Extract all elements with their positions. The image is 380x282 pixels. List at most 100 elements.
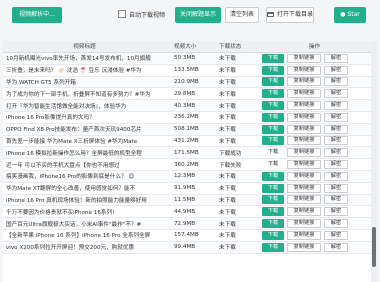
- copy-link-button[interactable]: 复制链接: [287, 124, 321, 134]
- row-status: 未下载: [219, 186, 236, 193]
- copy-link-button[interactable]: 复制链接: [287, 136, 321, 146]
- copy-link-button[interactable]: 复制链接: [287, 230, 321, 240]
- decrypt-button[interactable]: 解密: [324, 136, 348, 146]
- decrypt-button[interactable]: 解密: [324, 124, 348, 134]
- row-size: 91.9MB: [174, 185, 196, 192]
- row-ops: 下载 复制链接 解密: [258, 171, 371, 181]
- download-button: 下载: [267, 161, 279, 168]
- row-ops: 下载 复制链接 解密: [258, 219, 371, 229]
- row-title: 华为Mate XT翻屏的全心改善，使用感觉如何？能不: [6, 186, 136, 193]
- download-button[interactable]: 下载: [262, 136, 284, 146]
- row-status: 未下载: [219, 127, 236, 134]
- download-button[interactable]: 下载: [262, 77, 284, 87]
- download-button[interactable]: 下载: [262, 219, 284, 229]
- auto-download-checkbox[interactable]: [118, 10, 126, 18]
- open-download-dir-button[interactable]: 打开下载目录: [266, 7, 314, 23]
- row-size: 72.9MB: [174, 220, 196, 227]
- table-header: 视频标题 视频大小 下载状态 操作: [3, 41, 371, 53]
- copy-link-button[interactable]: 复制链接: [287, 207, 321, 217]
- close-display-button[interactable]: 关闭解题显示: [175, 7, 221, 23]
- row-title: 【全新苹果 iPhone 16 系列】iPhone 16 Pro 全系列全屏: [6, 233, 151, 240]
- row-size: 157.4MB: [174, 232, 199, 239]
- row-title: OPPO Find X8 Pro技能发布：量产首次天玑9400芯片: [6, 127, 142, 134]
- auto-download-label: 自动下载视频: [129, 11, 166, 19]
- decrypt-button[interactable]: 解密: [324, 77, 348, 87]
- decrypt-button[interactable]: 解密: [324, 65, 348, 75]
- copy-link-button[interactable]: 复制链接: [287, 53, 321, 63]
- row-title: vivo X200系列拉开开屏迎！预交200元，购就优惠: [6, 245, 135, 252]
- row-size: 508.1MB: [174, 126, 199, 133]
- decrypt-button[interactable]: 解密: [324, 230, 348, 240]
- decrypt-button[interactable]: 解密: [324, 112, 348, 122]
- row-size: 99.4MB: [174, 244, 196, 251]
- decrypt-button[interactable]: 解密: [324, 171, 348, 181]
- row-status: 未下载: [219, 138, 236, 145]
- copy-link-button[interactable]: 复制链接: [287, 101, 321, 111]
- copy-link-button[interactable]: 复制链接: [287, 112, 321, 122]
- row-status: 未下载: [219, 68, 236, 75]
- star-button[interactable]: ● Star: [334, 7, 366, 23]
- download-button[interactable]: 下载: [262, 195, 284, 205]
- row-size: 360.2MB: [174, 161, 199, 168]
- decrypt-button[interactable]: 解密: [324, 183, 348, 193]
- row-ops: 下载 复制链接 解密: [258, 242, 371, 252]
- folder-icon: [267, 12, 274, 17]
- header-status: 下载状态: [219, 44, 242, 50]
- table-row: 千万不要因为价格贵就不买iPhone 16系列！ 44.9MB 未下载 下载 复制链接解…: [3, 206, 371, 219]
- star-label: Star: [347, 11, 360, 18]
- row-ops: 下载 复制链接 解密: [258, 53, 371, 63]
- decrypt-button[interactable]: 解密: [324, 219, 348, 229]
- header-ops: 操作: [308, 43, 321, 50]
- row-status: 未下载: [219, 79, 236, 86]
- row-size: 11.5MB: [174, 196, 196, 203]
- auto-download-toggle[interactable]: 自动下载视频: [118, 8, 165, 20]
- download-button[interactable]: 下载: [262, 53, 284, 63]
- decrypt-button[interactable]: 解密: [324, 207, 348, 217]
- table-row: 华为Mate XT翻屏的全心改善，使用感觉如何？能不 91.9MB 未下载 下载 复制链…: [3, 183, 371, 195]
- copy-link-button[interactable]: 复制链接: [287, 77, 321, 87]
- row-title: 华为 WATCH GT5 系列开箱: [6, 79, 76, 86]
- copy-link-button[interactable]: 复制链接: [287, 242, 321, 252]
- download-button[interactable]: 下载: [262, 89, 284, 99]
- download-button[interactable]: 下载: [262, 101, 284, 111]
- row-ops: 下载 复制链接 解密: [258, 65, 371, 75]
- decrypt-button[interactable]: 解密: [324, 53, 348, 63]
- download-button[interactable]: 下载: [262, 124, 284, 134]
- download-button[interactable]: 下载: [262, 112, 284, 122]
- copy-link-button[interactable]: 复制链接: [287, 160, 321, 170]
- table-row: iPhone 16 模拟拉新操作怎么用？全屏最低的机型全程 171.5MB 下载成功…: [3, 147, 371, 160]
- download-button[interactable]: 下载: [262, 230, 284, 240]
- row-size: 431.2MB: [174, 137, 199, 144]
- decrypt-button[interactable]: 解密: [324, 148, 348, 158]
- decrypt-button[interactable]: 解密: [324, 89, 348, 99]
- decrypt-button[interactable]: 解密: [324, 101, 348, 111]
- row-ops: 下载 复制链接 解密: [258, 77, 371, 87]
- decrypt-button[interactable]: 解密: [324, 242, 348, 252]
- clear-list-button[interactable]: 清空列表: [225, 7, 259, 23]
- table-row: iPhone 16 Pro影像提升真的大吗？ 236.2MB 未下载 下载 复制链接 解密: [3, 112, 371, 124]
- table-scrollbar[interactable]: [371, 41, 377, 282]
- download-button[interactable]: 下载: [262, 207, 284, 217]
- row-ops: 下载 复制链接 解密: [258, 148, 371, 158]
- copy-link-button[interactable]: 复制链接: [287, 65, 321, 75]
- table-row: 三折叠，是未来吗？ 👉🏻 沈浩 🍧 豆乐 沉浸体验 #华为 133.5MB 未下载 下…: [3, 65, 371, 77]
- copy-link-button[interactable]: 复制链接: [287, 89, 321, 99]
- row-ops: 下载 复制链接 解密: [258, 124, 371, 134]
- copy-link-button[interactable]: 复制链接: [287, 195, 321, 205]
- row-status: 未下载: [219, 245, 236, 252]
- download-button[interactable]: 下载: [262, 183, 284, 193]
- header-title: 视频标题: [73, 44, 96, 50]
- decrypt-button[interactable]: 解密: [324, 160, 348, 170]
- copy-link-button[interactable]: 复制链接: [287, 171, 321, 181]
- copy-link-button[interactable]: 复制链接: [287, 219, 321, 229]
- header-size: 视频大小: [174, 44, 197, 50]
- row-title: 首先差一步能接 华为Mate X三折屏体验 #华为Mate: [6, 138, 138, 145]
- copy-link-button[interactable]: 复制链接: [287, 183, 321, 193]
- parse-video-button[interactable]: 视频解析中...: [12, 7, 62, 23]
- decrypt-button[interactable]: 解密: [324, 195, 348, 205]
- download-button[interactable]: 下载: [262, 171, 284, 181]
- download-button[interactable]: 下载: [262, 65, 284, 75]
- scrollbar-thumb[interactable]: [372, 227, 376, 267]
- copy-link-button[interactable]: 复制链接: [287, 148, 321, 158]
- download-button[interactable]: 下载: [262, 242, 284, 252]
